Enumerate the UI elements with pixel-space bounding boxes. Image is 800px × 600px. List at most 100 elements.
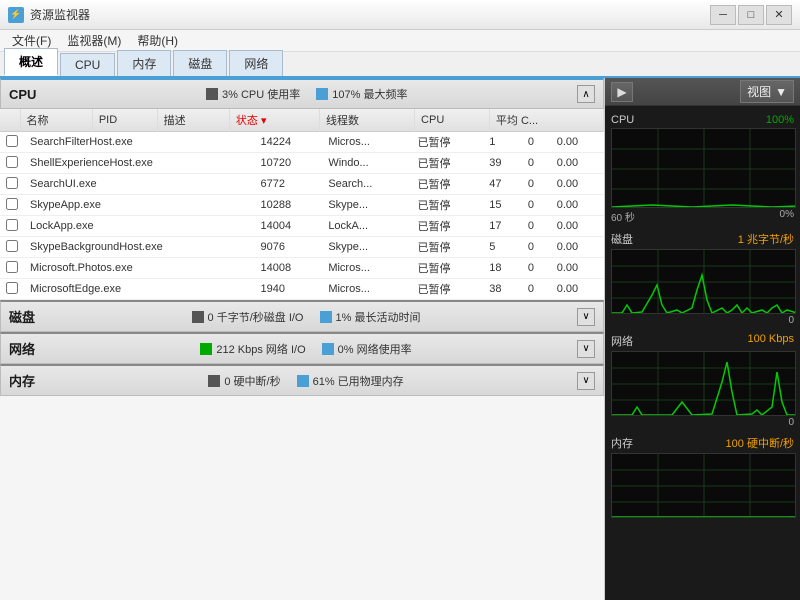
row-checkbox[interactable] [0, 195, 24, 216]
memory-chart-name: 内存 [611, 435, 633, 451]
cpu-chart-name: CPU [611, 114, 634, 126]
charts-container: CPU 100% [605, 106, 800, 600]
tab-cpu[interactable]: CPU [60, 53, 115, 76]
memory-title: 内存 [9, 371, 35, 390]
row-pid: 6772 [254, 174, 322, 195]
row-avg: 0.00 [551, 153, 604, 174]
row-threads: 38 [483, 279, 522, 300]
cpu-stat1-icon [206, 88, 218, 100]
row-cpu: 0 [522, 195, 551, 216]
col-name[interactable]: 名称 [20, 109, 92, 132]
table-row[interactable]: Microsoft.Photos.exe 14008 Micros... 已暂停… [0, 258, 604, 279]
disk-chart-zero: 0 [788, 315, 794, 326]
row-checkbox[interactable] [0, 279, 24, 300]
tab-memory[interactable]: 内存 [117, 50, 171, 76]
minimize-button[interactable]: ─ [710, 5, 736, 25]
maximize-button[interactable]: □ [738, 5, 764, 25]
tab-bar: 概述 CPU 内存 磁盘 网络 [0, 52, 800, 78]
col-pid[interactable]: PID [92, 109, 157, 132]
col-desc[interactable]: 描述 [157, 109, 229, 132]
row-name: SearchUI.exe [24, 174, 254, 195]
network-section-header[interactable]: 网络 212 Kbps 网络 I/O 0% 网络使用率 ∨ [0, 332, 604, 364]
col-cpu[interactable]: CPU [415, 109, 490, 132]
row-checkbox[interactable] [0, 132, 24, 153]
network-stats: 212 Kbps 网络 I/O 0% 网络使用率 [200, 341, 411, 357]
table-row[interactable]: SkypeApp.exe 10288 Skype... 已暂停 15 0 0.0… [0, 195, 604, 216]
memory-section-header[interactable]: 内存 0 硬中断/秒 61% 已用物理内存 ∨ [0, 364, 604, 396]
row-checkbox[interactable] [0, 174, 24, 195]
memory-collapse-button[interactable]: ∨ [577, 372, 595, 390]
cpu-collapse-button[interactable]: ∧ [577, 85, 595, 103]
disk-chart-label: 磁盘 1 兆字节/秒 [611, 229, 794, 249]
row-cpu: 0 [522, 237, 551, 258]
disk-stat1: 0 千字节/秒磁盘 I/O [192, 309, 304, 325]
memory-chart-value: 100 硬中断/秒 [726, 435, 794, 451]
cpu-section-header[interactable]: CPU 3% CPU 使用率 107% 最大频率 ∧ [0, 78, 604, 109]
memory-chart-container: 内存 100 硬中断/秒 [607, 431, 798, 520]
cpu-title: CPU [9, 87, 36, 102]
table-row[interactable]: SearchUI.exe 6772 Search... 已暂停 47 0 0.0… [0, 174, 604, 195]
disk-collapse-button[interactable]: ∨ [577, 308, 595, 326]
disk-section-header[interactable]: 磁盘 0 千字节/秒磁盘 I/O 1% 最长活动时间 ∨ [0, 300, 604, 332]
row-status: 已暂停 [412, 258, 484, 279]
col-checkbox[interactable] [0, 109, 20, 132]
process-scroll-area[interactable]: SearchFilterHost.exe 14224 Micros... 已暂停… [0, 132, 604, 300]
close-button[interactable]: ✕ [766, 5, 792, 25]
tab-overview[interactable]: 概述 [4, 48, 58, 76]
menu-help[interactable]: 帮助(H) [129, 30, 186, 51]
cpu-chart-container: CPU 100% [607, 110, 798, 227]
row-checkbox[interactable] [0, 258, 24, 279]
network-stat1: 212 Kbps 网络 I/O [200, 341, 305, 357]
row-cpu: 0 [522, 216, 551, 237]
tab-disk[interactable]: 磁盘 [173, 50, 227, 76]
table-row[interactable]: ShellExperienceHost.exe 10720 Windo... 已… [0, 153, 604, 174]
view-dropdown-arrow: ▼ [775, 85, 787, 99]
cpu-chart-zero: 0% [780, 209, 794, 224]
row-checkbox[interactable] [0, 216, 24, 237]
cpu-stat1: 3% CPU 使用率 [206, 86, 300, 102]
network-title: 网络 [9, 339, 35, 358]
memory-stat2-label: 61% 已用物理内存 [313, 373, 404, 389]
disk-stats: 0 千字节/秒磁盘 I/O 1% 最长活动时间 [192, 309, 421, 325]
cpu-chart-value: 100% [766, 114, 794, 126]
memory-chart-svg [612, 454, 796, 518]
network-chart-container: 网络 100 Kbps [607, 329, 798, 431]
row-checkbox[interactable] [0, 237, 24, 258]
table-row[interactable]: SkypeBackgroundHost.exe 9076 Skype... 已暂… [0, 237, 604, 258]
tab-network[interactable]: 网络 [229, 50, 283, 76]
row-threads: 18 [483, 258, 522, 279]
row-threads: 5 [483, 237, 522, 258]
cpu-stats: 3% CPU 使用率 107% 最大频率 [206, 86, 407, 102]
table-row[interactable]: SearchFilterHost.exe 14224 Micros... 已暂停… [0, 132, 604, 153]
col-threads[interactable]: 线程数 [319, 109, 414, 132]
table-row[interactable]: MicrosoftEdge.exe 1940 Micros... 已暂停 38 … [0, 279, 604, 300]
row-threads: 47 [483, 174, 522, 195]
memory-stat1: 0 硬中断/秒 [208, 373, 280, 389]
row-desc: Search... [322, 174, 411, 195]
row-desc: Windo... [322, 153, 411, 174]
network-collapse-button[interactable]: ∨ [577, 340, 595, 358]
table-row[interactable]: LockApp.exe 14004 LockA... 已暂停 17 0 0.00 [0, 216, 604, 237]
view-dropdown[interactable]: 视图 ▼ [740, 80, 794, 103]
col-status[interactable]: 状态 ▾ [229, 109, 319, 132]
row-status: 已暂停 [412, 237, 484, 258]
row-status: 已暂停 [412, 195, 484, 216]
right-nav-forward[interactable]: ▶ [611, 82, 633, 102]
row-pid: 14004 [254, 216, 322, 237]
network-stat1-label: 212 Kbps 网络 I/O [216, 341, 305, 357]
memory-stat2-icon [297, 375, 309, 387]
memory-chart [611, 453, 796, 518]
row-cpu: 0 [522, 279, 551, 300]
menu-bar: 文件(F) 监视器(M) 帮助(H) [0, 30, 800, 52]
row-checkbox[interactable] [0, 153, 24, 174]
menu-monitor[interactable]: 监视器(M) [59, 30, 129, 51]
col-avg[interactable]: 平均 C... [489, 109, 603, 132]
row-desc: Micros... [322, 258, 411, 279]
row-cpu: 0 [522, 132, 551, 153]
row-threads: 15 [483, 195, 522, 216]
row-status: 已暂停 [412, 132, 484, 153]
row-avg: 0.00 [551, 258, 604, 279]
title-buttons: ─ □ ✕ [710, 5, 792, 25]
row-pid: 1940 [254, 279, 322, 300]
cpu-chart-bottom: 60 秒 0% [611, 208, 794, 225]
